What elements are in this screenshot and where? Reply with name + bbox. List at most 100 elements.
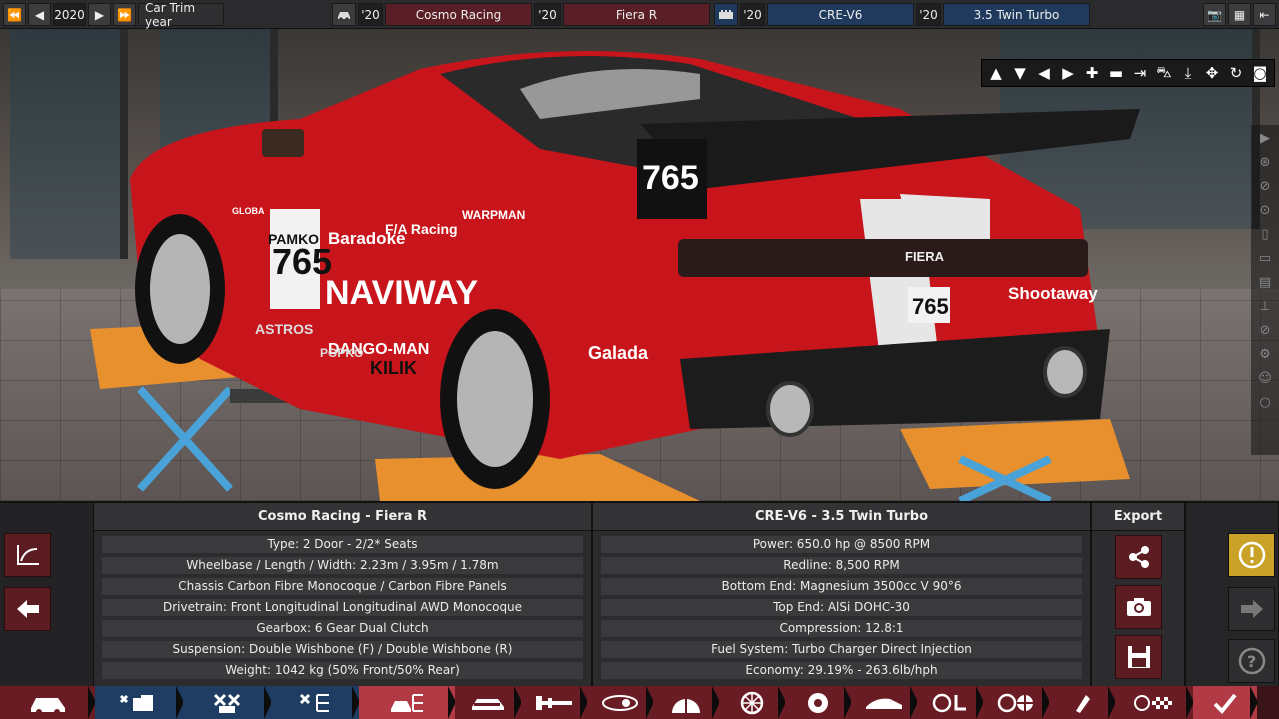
car-info-column: Cosmo Racing - Fiera R Type: 2 Door - 2/… xyxy=(93,503,592,688)
nav-engine-variant[interactable] xyxy=(271,686,360,719)
grille-icon[interactable]: ▤ xyxy=(1253,271,1277,293)
nav-wheels[interactable] xyxy=(719,686,786,719)
reset-view-icon[interactable]: ⇥ xyxy=(1129,62,1151,84)
decal-sponsor: PAMKO xyxy=(268,231,319,247)
nav-confirm[interactable] xyxy=(1193,686,1258,719)
car-side-icon[interactable]: ▭ xyxy=(1253,247,1277,269)
testing-icon xyxy=(1134,694,1172,711)
gearbox-icon xyxy=(602,694,638,711)
car-info-row: Wheelbase / Length / Width: 2.23m / 3.95… xyxy=(102,557,583,574)
arrow-right-icon[interactable]: ▶ xyxy=(1057,62,1079,84)
camera-icon[interactable]: ◙ xyxy=(1249,62,1271,84)
person-icon[interactable]: ☺ xyxy=(1253,367,1277,389)
play-icon[interactable]: ▶ xyxy=(1253,127,1277,149)
engine-family-selector[interactable]: CRE-V6 xyxy=(767,3,914,26)
calculator-icon: ▦ xyxy=(1233,7,1246,22)
seats-icon[interactable]: ⊙ xyxy=(1253,199,1277,221)
year-last-button[interactable]: ⏩ xyxy=(113,3,136,26)
nav-chassis[interactable] xyxy=(455,686,522,719)
company-selector[interactable]: Cosmo Racing xyxy=(385,3,532,26)
camera-icon: 📷 xyxy=(1207,7,1222,22)
zoom-out-icon[interactable]: ▬ xyxy=(1105,62,1127,84)
export-title: Export xyxy=(1092,503,1184,531)
year-label: Car Trim year xyxy=(138,1,224,29)
nav-engine-family[interactable] xyxy=(183,686,272,719)
spin-icon[interactable]: ↻ xyxy=(1225,62,1247,84)
zoom-in-icon[interactable]: ✚ xyxy=(1081,62,1103,84)
car-info-row: Gearbox: 6 Gear Dual Clutch xyxy=(102,620,583,637)
engine-tree-icon xyxy=(299,693,329,712)
engine-variant-selector[interactable]: 3.5 Twin Turbo xyxy=(943,3,1090,26)
arrow-down-icon[interactable]: ▼ xyxy=(1009,62,1031,84)
arrow-left-icon: ◀ xyxy=(34,7,45,22)
nav-drivetrain[interactable] xyxy=(521,686,588,719)
nav-brakes[interactable] xyxy=(785,686,852,719)
car-engine-icon xyxy=(391,693,423,712)
no-entry-icon[interactable]: ⊘ xyxy=(1253,319,1277,341)
graph-button[interactable] xyxy=(4,533,51,577)
rotate-icon[interactable]: ✥ xyxy=(1201,62,1223,84)
share-icon xyxy=(1128,546,1149,568)
arrow-up-icon[interactable]: ▲ xyxy=(985,62,1007,84)
arrow-left-icon[interactable]: ◀ xyxy=(1033,62,1055,84)
car-info-row: Suspension: Double Wishbone (F) / Double… xyxy=(102,641,583,658)
decal-sponsor: F/A Racing xyxy=(385,221,458,237)
nav-interior[interactable] xyxy=(917,686,984,719)
nav-testing[interactable] xyxy=(1115,686,1194,719)
wheel-icon[interactable]: ⊛ xyxy=(1253,151,1277,173)
decal-sponsor: NAVIWAY xyxy=(325,274,478,312)
decal-sponsor: Shootaway xyxy=(1008,284,1098,303)
decal-sponsor: FIERA xyxy=(905,249,945,264)
year-first-button[interactable]: ⏪ xyxy=(3,3,26,26)
year-value[interactable]: 2020 xyxy=(53,3,86,26)
decal-sponsor: WARPMAN xyxy=(462,208,525,222)
car-model-icon-button[interactable] xyxy=(332,3,356,26)
door-icon[interactable]: ▯ xyxy=(1253,223,1277,245)
nav-engine-files[interactable] xyxy=(95,686,184,719)
export-share-button[interactable] xyxy=(1115,535,1162,579)
gear-icon[interactable]: ⚙ xyxy=(1253,343,1277,365)
arrow-forward-icon xyxy=(1240,600,1263,618)
year-next-button[interactable]: ▶ xyxy=(88,3,111,26)
car-info-title: Cosmo Racing - Fiera R xyxy=(94,503,591,531)
fuel-icon[interactable]: ⊘ xyxy=(1253,175,1277,197)
nav-safety[interactable] xyxy=(983,686,1050,719)
decal-sponsor: GLOBA xyxy=(232,206,265,216)
warning-button[interactable] xyxy=(1228,533,1275,577)
exit-button[interactable]: ⇤ xyxy=(1253,3,1276,26)
engine-info-row: Bottom End: Magnesium 3500cc V 90°6 xyxy=(601,578,1082,595)
decal-sponsor: Galada xyxy=(588,343,649,363)
nav-suspension[interactable] xyxy=(653,686,720,719)
arrow-back-icon xyxy=(16,600,39,618)
engine-icon-button[interactable] xyxy=(714,3,738,26)
lift-icon[interactable]: ⊥ xyxy=(1253,295,1277,317)
camera-icon xyxy=(1126,598,1151,616)
nav-gearbox[interactable] xyxy=(587,686,654,719)
car-view-icon[interactable]: ⛍ xyxy=(1153,62,1175,84)
back-button[interactable] xyxy=(4,587,51,631)
car-icon xyxy=(338,11,350,21)
export-photo-button[interactable] xyxy=(1115,585,1162,629)
nav-car-model[interactable] xyxy=(0,686,96,719)
camera-toolbar: ▲ ▼ ◀ ▶ ✚ ▬ ⇥ ⛍ ⤓ ✥ ↻ ◙ xyxy=(981,59,1275,87)
calculator-button[interactable]: ▦ xyxy=(1228,3,1251,26)
fuel-icon xyxy=(1076,694,1090,713)
circle-icon[interactable]: ○ xyxy=(1253,391,1277,413)
engine-info-title: CRE-V6 - 3.5 Twin Turbo xyxy=(593,503,1090,531)
year-prev-button[interactable]: ◀ xyxy=(28,3,51,26)
nav-fuel[interactable] xyxy=(1049,686,1116,719)
next-button[interactable] xyxy=(1228,587,1275,631)
ground-icon[interactable]: ⤓ xyxy=(1177,62,1199,84)
engine-info-column: CRE-V6 - 3.5 Twin Turbo Power: 650.0 hp … xyxy=(592,503,1091,688)
model-selector[interactable]: Fiera R xyxy=(563,3,710,26)
car-icon xyxy=(30,697,65,715)
nav-aero[interactable] xyxy=(851,686,918,719)
drivetrain-icon xyxy=(536,695,572,710)
export-save-button[interactable] xyxy=(1115,635,1162,679)
nav-car-engine[interactable] xyxy=(359,686,456,719)
engine-info-row: Redline: 8,500 RPM xyxy=(601,557,1082,574)
screenshot-button[interactable]: 📷 xyxy=(1203,3,1226,26)
car-viewport[interactable]: 765 765 765 PAMKO Baradoke NAVIWAY DANGO… xyxy=(0,29,1279,501)
help-button[interactable]: ? xyxy=(1228,639,1275,683)
engine-block-icon xyxy=(719,9,733,19)
